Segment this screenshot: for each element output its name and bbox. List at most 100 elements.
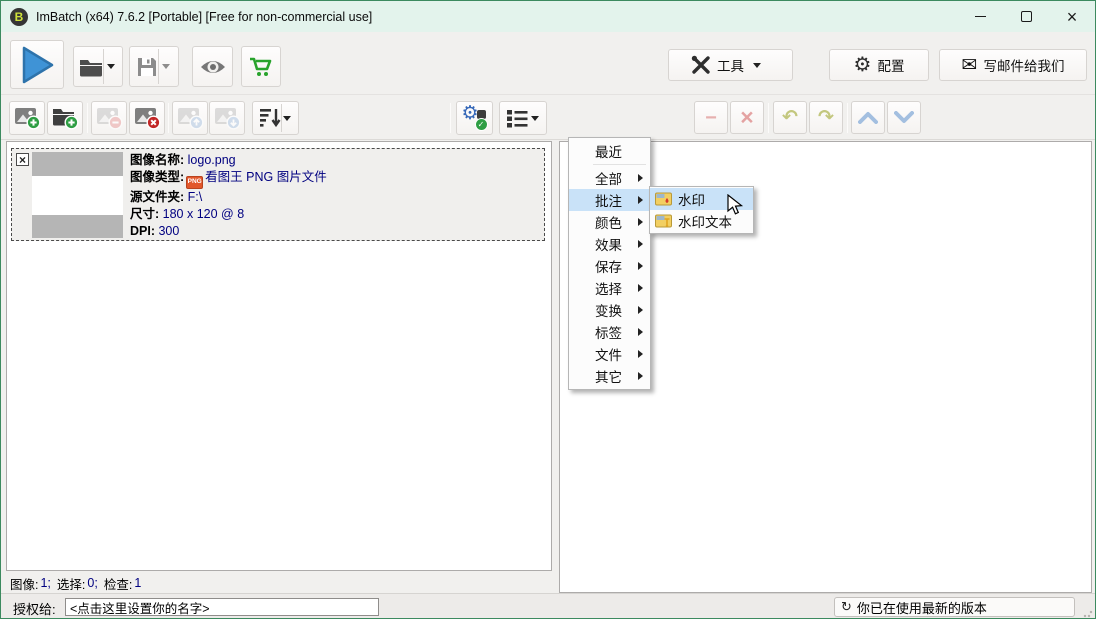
- save-button[interactable]: [129, 46, 179, 87]
- chevron-down-icon: [894, 111, 914, 124]
- config-label: 配置: [877, 55, 904, 75]
- titlebar[interactable]: B ImBatch (x64) 7.6.2 [Portable] [Free f…: [1, 1, 1095, 32]
- remove-all-icon: [134, 106, 161, 130]
- app-logo-icon: B: [10, 8, 28, 26]
- delete-tasks-button[interactable]: ×: [730, 101, 764, 134]
- submenu-arrow-icon: [638, 372, 643, 380]
- add-folder-icon: [52, 106, 79, 130]
- undo-button[interactable]: ↶: [773, 101, 807, 134]
- email-us-button[interactable]: ✉ 写邮件给我们: [939, 49, 1087, 81]
- menu-item-tags[interactable]: 标签: [569, 321, 650, 343]
- config-button[interactable]: ⚙ 配置: [829, 49, 929, 81]
- image-name-value: logo.png: [188, 153, 236, 167]
- submenu-arrow-icon: [638, 350, 643, 358]
- license-name-input[interactable]: [65, 598, 379, 616]
- image-count-status: 图像:1; 选择:0; 检查:1: [6, 573, 552, 593]
- close-button[interactable]: ×: [1049, 1, 1095, 32]
- save-icon: [136, 56, 158, 78]
- menu-item-all[interactable]: 全部: [569, 167, 650, 189]
- menu-item-effects[interactable]: 效果: [569, 233, 650, 255]
- preview-button[interactable]: [192, 46, 233, 87]
- menu-item-transform[interactable]: 变换: [569, 299, 650, 321]
- chevron-up-icon: [858, 111, 878, 124]
- add-images-button[interactable]: [9, 101, 45, 135]
- minimize-icon: [975, 16, 986, 17]
- check-tasks-button[interactable]: ⚙ ✓: [456, 101, 493, 135]
- folder-icon: [79, 57, 103, 77]
- list-toolbar: × ⚙ ✓ 添加任务... − × ↶: [1, 95, 1095, 140]
- menu-item-save[interactable]: 保存: [569, 255, 650, 277]
- image-dpi-value: 300: [158, 224, 179, 238]
- delete-tasks-icon: ×: [740, 106, 753, 129]
- move-down-button[interactable]: [209, 101, 245, 135]
- cart-icon: [249, 56, 273, 78]
- menu-item-color[interactable]: 颜色: [569, 211, 650, 233]
- main-toolbar: 工具 ⚙ 配置 ✉ 写邮件给我们: [1, 32, 1095, 95]
- envelope-icon: ✉: [962, 56, 978, 75]
- play-icon: [18, 44, 56, 86]
- menu-item-select[interactable]: 选择: [569, 277, 650, 299]
- image-list-panel[interactable]: × 图像名称: logo.png 图像类型:PNG看图王 PNG 图片文件 源文…: [6, 141, 552, 571]
- move-down-icon: [214, 106, 241, 130]
- menu-item-other[interactable]: 其它: [569, 365, 650, 387]
- task-up-button[interactable]: [851, 101, 885, 134]
- view-mode-button[interactable]: [499, 101, 547, 135]
- close-icon: ×: [1067, 8, 1078, 26]
- menu-item-file[interactable]: 文件: [569, 343, 650, 365]
- tools-dropdown-icon: [753, 63, 761, 68]
- redo-icon: ↷: [818, 106, 834, 129]
- list-view-icon: [506, 108, 529, 128]
- submenu-arrow-icon: [638, 218, 643, 226]
- submenu-arrow-icon: [638, 306, 643, 314]
- submenu-arrow-icon: [638, 196, 643, 204]
- image-dpi-label: DPI:: [130, 224, 155, 238]
- remove-task-button[interactable]: −: [694, 101, 728, 134]
- remove-all-images-button[interactable]: [129, 101, 165, 135]
- open-button[interactable]: [73, 46, 123, 87]
- sort-dropdown-icon: [283, 116, 291, 121]
- email-us-label: 写邮件给我们: [983, 55, 1064, 75]
- version-text: 你已在使用最新的版本: [857, 598, 987, 617]
- image-type-value: 看图王 PNG 图片文件: [205, 170, 327, 184]
- maximize-button[interactable]: [1003, 1, 1049, 32]
- add-folder-button[interactable]: [47, 101, 83, 135]
- image-checkbox[interactable]: ×: [16, 153, 29, 166]
- save-dropdown-icon: [162, 64, 170, 69]
- tools-label: 工具: [717, 55, 744, 75]
- watermark-text-icon: [655, 214, 672, 228]
- minimize-button[interactable]: [957, 1, 1003, 32]
- open-dropdown-icon: [107, 64, 115, 69]
- submenu-arrow-icon: [638, 240, 643, 248]
- add-image-icon: [14, 106, 41, 130]
- menu-item-recent[interactable]: 最近: [569, 140, 650, 162]
- imbatch-window: B ImBatch (x64) 7.6.2 [Portable] [Free f…: [0, 0, 1096, 619]
- remove-image-button[interactable]: [91, 101, 127, 135]
- image-details: 图像名称: logo.png 图像类型:PNG看图王 PNG 图片文件 源文件夹…: [130, 152, 327, 241]
- gear-icon: ⚙: [854, 55, 872, 75]
- resize-grip[interactable]: [1083, 608, 1093, 618]
- image-folder-label: 源文件夹:: [130, 190, 184, 204]
- redo-button[interactable]: ↷: [809, 101, 843, 134]
- tools-button[interactable]: 工具: [668, 49, 793, 81]
- run-tasks-button[interactable]: [10, 40, 64, 89]
- window-title: ImBatch (x64) 7.6.2 [Portable] [Free for…: [36, 10, 372, 24]
- png-file-icon: PNG: [186, 176, 203, 189]
- submenu-arrow-icon: [638, 262, 643, 270]
- sort-button[interactable]: [252, 101, 299, 135]
- eye-icon: [200, 58, 226, 76]
- image-list-item[interactable]: × 图像名称: logo.png 图像类型:PNG看图王 PNG 图片文件 源文…: [11, 148, 545, 241]
- image-folder-value: F:\: [188, 190, 203, 204]
- buy-button[interactable]: [241, 46, 281, 87]
- view-dropdown-icon: [531, 116, 539, 121]
- menu-item-annotate[interactable]: 批注: [569, 189, 650, 211]
- submenu-arrow-icon: [638, 174, 643, 182]
- menu-separator: [593, 164, 646, 165]
- version-status[interactable]: ↻ 你已在使用最新的版本: [834, 597, 1075, 617]
- license-label: 授权给:: [13, 599, 56, 618]
- task-down-button[interactable]: [887, 101, 921, 134]
- move-up-button[interactable]: [172, 101, 208, 135]
- sort-icon: [259, 107, 281, 129]
- image-name-label: 图像名称:: [130, 153, 184, 167]
- image-size-label: 尺寸:: [130, 207, 159, 221]
- mouse-cursor: [727, 194, 744, 216]
